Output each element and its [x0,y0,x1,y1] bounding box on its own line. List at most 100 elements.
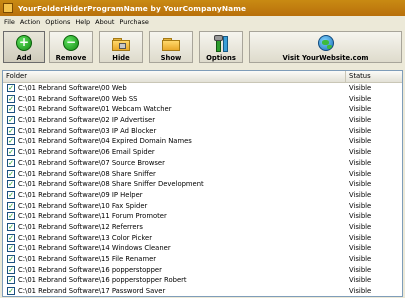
row-checkbox[interactable]: ✓ [7,158,15,167]
row-checkbox[interactable]: ✓ [7,244,15,253]
remove-button-label: Remove [55,54,87,62]
row-checkbox[interactable]: ✓ [7,287,15,296]
folder-icon [162,34,180,52]
options-button-label: Options [206,54,236,62]
menu-about[interactable]: About [95,18,114,26]
add-button-label: Add [16,54,32,62]
folder-path: C:\01 Rebrand Software\01 Webcam Watcher [18,105,172,114]
folder-path: C:\01 Rebrand Software\07 Source Browser [18,158,165,167]
row-checkbox[interactable]: ✓ [7,212,15,221]
table-row[interactable]: ✓ C:\01 Rebrand Software\12 Referrers Visi… [3,222,402,233]
remove-icon: − [62,34,80,52]
folder-lock-icon [112,34,130,52]
folder-path: C:\01 Rebrand Software\16 popperstopper … [18,276,187,285]
row-checkbox[interactable]: ✓ [7,276,15,285]
table-row[interactable]: ✓ C:\01 Rebrand Software\17 Password Save… [3,286,402,296]
folder-path: C:\01 Rebrand Software\04 Expired Domain… [18,137,192,146]
table-row[interactable]: ✓ C:\01 Rebrand Software\03 IP Ad Blocker… [3,126,402,137]
table-row[interactable]: ✓ C:\01 Rebrand Software\00 Web SS Visible [3,94,402,105]
folder-path: C:\01 Rebrand Software\17 Password Saver [18,287,166,296]
list-header: Folder Status [3,71,402,83]
table-row[interactable]: ✓ C:\01 Rebrand Software\01 Webcam Watche… [3,104,402,115]
window-title: YourFolderHiderProgramName by YourCompan… [18,3,247,13]
add-icon: + [15,34,33,52]
row-checkbox[interactable]: ✓ [7,233,15,242]
folder-status: Visible [349,116,372,125]
folder-status: Visible [349,190,372,199]
globe-icon [317,34,335,52]
folder-status: Visible [349,105,372,114]
menu-options[interactable]: Options [45,18,70,26]
table-row[interactable]: ✓ C:\01 Rebrand Software\02 IP Advertiser… [3,115,402,126]
visit-website-label: Visit YourWebsite.com [282,54,369,62]
folder-path: C:\01 Rebrand Software\15 File Renamer [18,255,157,263]
folder-path: C:\01 Rebrand Software\11 Forum Promoter [18,212,167,221]
menu-purchase[interactable]: Purchase [119,18,149,26]
folder-status: Visible [349,126,372,135]
table-row[interactable]: ✓ C:\01 Rebrand Software\08 Share Sniffer… [3,179,402,190]
row-checkbox[interactable]: ✓ [7,148,15,157]
table-row[interactable]: ✓ C:\01 Rebrand Software\07 Source Browse… [3,158,402,169]
row-checkbox[interactable]: ✓ [7,105,15,114]
column-header-folder[interactable]: Folder [3,71,346,82]
menu-action[interactable]: Action [20,18,40,26]
column-header-status[interactable]: Status [346,71,402,82]
table-row[interactable]: ✓ C:\01 Rebrand Software\15 File Renamer V… [3,254,402,265]
folder-path: C:\01 Rebrand Software\16 popperstopper [18,265,162,274]
table-row[interactable]: ✓ C:\01 Rebrand Software\10 Fax Spider Vis… [3,201,402,212]
folder-path: C:\01 Rebrand Software\02 IP Advertiser [18,116,156,125]
hide-button[interactable]: Hide [99,31,143,63]
table-row[interactable]: ✓ C:\01 Rebrand Software\06 Email Spider V… [3,147,402,158]
folder-status: Visible [349,201,372,210]
folder-status: Visible [349,233,372,242]
folder-status: Visible [349,137,372,146]
folder-path: C:\01 Rebrand Software\03 IP Ad Blocker [18,126,157,135]
table-row[interactable]: ✓ C:\01 Rebrand Software\13 Color Picker V… [3,233,402,244]
row-checkbox[interactable]: ✓ [7,180,15,189]
row-checkbox[interactable]: ✓ [7,222,15,231]
row-checkbox[interactable]: ✓ [7,137,15,146]
folder-status: Visible [349,265,372,274]
show-button[interactable]: Show [149,31,193,63]
hide-button-label: Hide [112,54,130,62]
row-checkbox[interactable]: ✓ [7,201,15,210]
row-checkbox[interactable]: ✓ [7,94,15,103]
table-row[interactable]: ✓ C:\01 Rebrand Software\16 popperstopper… [3,275,402,286]
folder-path: C:\01 Rebrand Software\14 Windows Cleane… [18,244,171,253]
options-button[interactable]: Options [199,31,243,63]
show-button-label: Show [160,54,182,62]
row-checkbox[interactable]: ✓ [7,126,15,135]
folder-status: Visible [349,287,372,296]
table-row[interactable]: ✓ C:\01 Rebrand Software\11 Forum Promote… [3,211,402,222]
visit-website-button[interactable]: Visit YourWebsite.com [249,31,402,63]
row-checkbox[interactable]: ✓ [7,265,15,274]
folder-status: Visible [349,169,372,178]
list-rows: ✓ C:\01 Rebrand Software\00 Web Visible ✓ C:… [3,83,402,296]
row-checkbox[interactable]: ✓ [7,84,15,92]
row-checkbox[interactable]: ✓ [7,255,15,263]
table-row[interactable]: ✓ C:\01 Rebrand Software\14 Windows Clean… [3,243,402,254]
table-row[interactable]: ✓ C:\01 Rebrand Software\16 popperstopper… [3,265,402,276]
folder-status: Visible [349,180,372,189]
tools-icon [212,34,230,52]
row-checkbox[interactable]: ✓ [7,169,15,178]
folder-path: C:\01 Rebrand Software\08 Share Sniffer … [18,180,204,189]
menu-file[interactable]: File [4,18,15,26]
folder-path: C:\01 Rebrand Software\06 Email Spider [18,148,155,157]
table-row[interactable]: ✓ C:\01 Rebrand Software\00 Web Visible [3,83,402,94]
add-button[interactable]: + Add [3,31,45,63]
title-bar: YourFolderHiderProgramName by YourCompan… [0,0,405,16]
menu-help[interactable]: Help [75,18,90,26]
folder-status: Visible [349,212,372,221]
table-row[interactable]: ✓ C:\01 Rebrand Software\09 IP Helper Visi… [3,190,402,201]
row-checkbox[interactable]: ✓ [7,190,15,199]
toolbar: + Add − Remove Hide Show Options Visit Y… [0,29,405,65]
table-row[interactable]: ✓ C:\01 Rebrand Software\04 Expired Domai… [3,136,402,147]
folder-path: C:\01 Rebrand Software\10 Fax Spider [18,201,148,210]
folder-list[interactable]: Folder Status ✓ C:\01 Rebrand Software\00… [2,70,403,297]
table-row[interactable]: ✓ C:\01 Rebrand Software\08 Share Sniffer… [3,169,402,180]
folder-path: C:\01 Rebrand Software\00 Web SS [18,94,138,103]
row-checkbox[interactable]: ✓ [7,116,15,125]
app-icon [3,3,13,13]
remove-button[interactable]: − Remove [49,31,93,63]
